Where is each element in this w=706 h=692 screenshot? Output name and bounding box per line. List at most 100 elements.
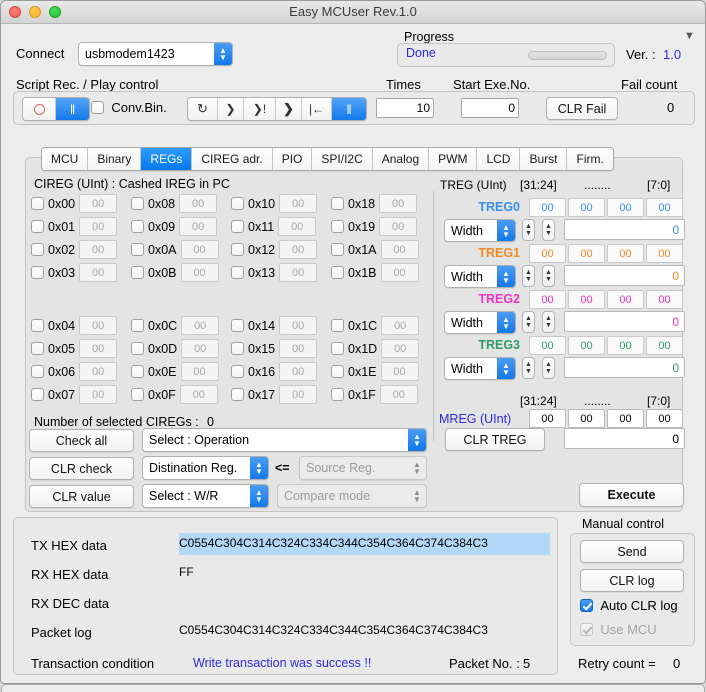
cireg-value-0x00[interactable]: 00 xyxy=(79,194,118,213)
cireg-checkbox-0x1f[interactable] xyxy=(331,388,344,401)
send-button[interactable]: Send xyxy=(580,540,684,563)
connect-port-select[interactable]: usbmodem1423 ▲ ▼ xyxy=(78,42,233,66)
mreg-value[interactable]: 0 xyxy=(564,428,685,449)
tab-pwm[interactable]: PWM xyxy=(429,148,478,170)
cireg-checkbox-0x12[interactable] xyxy=(231,243,244,256)
cireg-value-0x0a[interactable]: 00 xyxy=(180,240,219,259)
cireg-value-0x13[interactable]: 00 xyxy=(279,263,318,282)
cireg-checkbox-0x01[interactable] xyxy=(31,220,44,233)
progress-disclosure-icon[interactable]: ▼ xyxy=(684,30,695,42)
cireg-checkbox-0x1a[interactable] xyxy=(331,243,344,256)
cireg-checkbox-0x15[interactable] xyxy=(231,342,244,355)
record-segment-group[interactable]: ‖ xyxy=(22,97,90,121)
compare-mode-dropdown[interactable]: Compare mode ▲ ▼ xyxy=(277,484,427,508)
cireg-checkbox-0x14[interactable] xyxy=(231,319,244,332)
pause-icon[interactable]: ‖ xyxy=(332,98,366,120)
treg-width-dropdown-treg0[interactable]: Width ▲ ▼ xyxy=(444,219,516,242)
treg-width-dropdown-treg2[interactable]: Width ▲ ▼ xyxy=(444,311,516,334)
cireg-checkbox-0x0c[interactable] xyxy=(131,319,144,332)
cireg-checkbox-0x11[interactable] xyxy=(231,220,244,233)
play-icon[interactable]: ❯ xyxy=(276,98,302,120)
treg-value-treg2[interactable]: 0 xyxy=(564,311,685,332)
tab-analog[interactable]: Analog xyxy=(372,148,430,170)
loop-icon[interactable]: ↻ xyxy=(188,98,218,120)
treg-byte-treg2-1[interactable]: 00 xyxy=(568,290,605,309)
treg-stepper-treg2-0[interactable]: ▲ ▼ xyxy=(522,311,535,333)
source-reg-dropdown[interactable]: Source Reg. ▲ ▼ xyxy=(299,456,427,480)
treg-stepper-treg0-0[interactable]: ▲ ▼ xyxy=(522,219,535,241)
treg-value-treg0[interactable]: 0 xyxy=(564,219,685,240)
treg-byte-treg0-2[interactable]: 00 xyxy=(607,198,644,217)
destination-reg-dropdown[interactable]: Distination Reg. ▲ ▼ xyxy=(142,456,269,480)
packet-log-input[interactable]: C0554C304C314C324C334C344C354C364C374C38… xyxy=(179,620,550,642)
cireg-value-0x0e[interactable]: 00 xyxy=(180,362,219,381)
cireg-checkbox-0x0d[interactable] xyxy=(131,342,144,355)
tab-pio[interactable]: PIO xyxy=(272,148,313,170)
record-pause-icon[interactable]: ‖ xyxy=(56,98,89,120)
cireg-checkbox-0x1c[interactable] xyxy=(331,319,344,332)
cireg-value-0x18[interactable]: 00 xyxy=(379,194,418,213)
treg-byte-treg1-3[interactable]: 00 xyxy=(646,244,683,263)
cireg-value-0x17[interactable]: 00 xyxy=(279,385,318,404)
clr-check-button[interactable]: CLR check xyxy=(29,457,134,480)
cireg-value-0x0b[interactable]: 00 xyxy=(180,263,219,282)
treg-byte-treg2-2[interactable]: 00 xyxy=(607,290,644,309)
cireg-value-0x04[interactable]: 00 xyxy=(79,316,118,335)
cireg-checkbox-0x04[interactable] xyxy=(31,319,44,332)
conv-bin-checkbox[interactable]: Conv.Bin. xyxy=(91,100,167,115)
cireg-value-0x19[interactable]: 00 xyxy=(379,217,418,236)
cireg-value-0x1f[interactable]: 00 xyxy=(379,385,418,404)
cireg-checkbox-0x06[interactable] xyxy=(31,365,44,378)
cireg-value-0x0d[interactable]: 00 xyxy=(181,339,220,358)
treg-byte-treg3-1[interactable]: 00 xyxy=(568,336,605,355)
cireg-checkbox-0x00[interactable] xyxy=(31,197,44,210)
cireg-value-0x06[interactable]: 00 xyxy=(79,362,118,381)
treg-byte-treg0-1[interactable]: 00 xyxy=(568,198,605,217)
tab-bar[interactable]: MCU Binary REGs CIREG adr. PIO SPI/I2C A… xyxy=(41,147,614,171)
cireg-checkbox-0x13[interactable] xyxy=(231,266,244,279)
cireg-checkbox-0x0a[interactable] xyxy=(131,243,144,256)
treg-byte-treg3-3[interactable]: 00 xyxy=(646,336,683,355)
tab-burst[interactable]: Burst xyxy=(520,148,568,170)
cireg-value-0x08[interactable]: 00 xyxy=(179,194,218,213)
tab-mcu[interactable]: MCU xyxy=(42,148,89,170)
treg-byte-treg1-1[interactable]: 00 xyxy=(568,244,605,263)
treg-stepper-treg2-1[interactable]: ▲ ▼ xyxy=(542,311,555,333)
times-input[interactable] xyxy=(376,98,434,118)
step-icon[interactable]: ❯ xyxy=(218,98,244,120)
treg-stepper-treg3-1[interactable]: ▲ ▼ xyxy=(542,357,555,379)
record-circle-icon[interactable] xyxy=(23,98,56,120)
select-operation-dropdown[interactable]: Select : Operation ▲ ▼ xyxy=(142,428,427,452)
cireg-value-0x1c[interactable]: 00 xyxy=(381,316,420,335)
cireg-checkbox-0x0b[interactable] xyxy=(131,266,144,279)
cireg-checkbox-0x16[interactable] xyxy=(231,365,244,378)
cireg-checkbox-0x03[interactable] xyxy=(31,266,44,279)
cireg-value-0x16[interactable]: 00 xyxy=(279,362,318,381)
cireg-checkbox-0x1b[interactable] xyxy=(331,266,344,279)
cireg-value-0x1a[interactable]: 00 xyxy=(380,240,419,259)
cireg-checkbox-0x08[interactable] xyxy=(131,197,144,210)
cireg-checkbox-0x10[interactable] xyxy=(231,197,244,210)
rx-dec-input[interactable] xyxy=(179,591,550,613)
mreg-byte-3[interactable]: 00 xyxy=(646,409,683,428)
start-exe-input[interactable] xyxy=(461,98,519,118)
cireg-value-0x03[interactable]: 00 xyxy=(79,263,118,282)
cireg-checkbox-0x0f[interactable] xyxy=(131,388,144,401)
step-break-icon[interactable]: ❯! xyxy=(244,98,276,120)
tab-lcd[interactable]: LCD xyxy=(477,148,521,170)
tx-hex-input[interactable]: C0554C304C314C324C334C344C354C364C374C38… xyxy=(179,533,550,555)
auto-clr-log-checkbox[interactable]: Auto CLR log xyxy=(580,598,678,613)
cireg-checkbox-0x17[interactable] xyxy=(231,388,244,401)
cireg-checkbox-0x09[interactable] xyxy=(131,220,144,233)
execute-button[interactable]: Execute xyxy=(579,483,684,507)
mreg-byte-0[interactable]: 00 xyxy=(529,409,566,428)
treg-byte-treg2-3[interactable]: 00 xyxy=(646,290,683,309)
clr-log-button[interactable]: CLR log xyxy=(580,569,684,592)
cireg-value-0x07[interactable]: 00 xyxy=(79,385,118,404)
cireg-checkbox-0x18[interactable] xyxy=(331,197,344,210)
cireg-checkbox-0x0e[interactable] xyxy=(131,365,144,378)
treg-byte-treg0-3[interactable]: 00 xyxy=(646,198,683,217)
treg-byte-treg1-0[interactable]: 00 xyxy=(529,244,566,263)
treg-byte-treg2-0[interactable]: 00 xyxy=(529,290,566,309)
treg-value-treg3[interactable]: 0 xyxy=(564,357,685,378)
